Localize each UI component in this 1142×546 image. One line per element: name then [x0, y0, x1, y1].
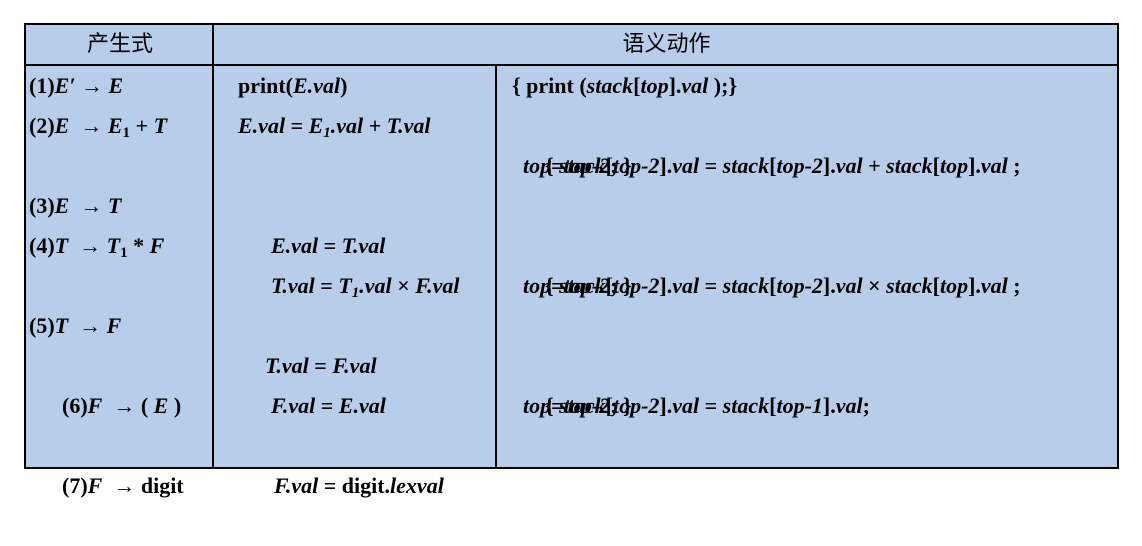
table-row-continuation: top=top-2; }	[26, 386, 1117, 426]
text: top-2	[563, 153, 611, 178]
text: =	[285, 113, 309, 138]
semantic-cell: E.val = E1.val + T.val	[238, 106, 431, 146]
semantic-cell: E.val = T.val	[238, 186, 385, 258]
rule-number: (1)	[29, 73, 55, 98]
rule-number: (7)	[62, 473, 88, 498]
text: =	[551, 273, 564, 298]
arrow: →	[69, 193, 108, 218]
text: E	[308, 113, 324, 138]
text: E.val	[293, 73, 341, 98]
symbol: E	[108, 73, 124, 98]
symbol: E′	[54, 73, 76, 98]
arrow: → digit	[102, 473, 184, 498]
text: { print (	[512, 73, 587, 98]
text: =	[551, 393, 564, 418]
text: lexval	[390, 473, 444, 498]
symbol: E	[54, 193, 70, 218]
table-row-continuation: top=top-2; }	[26, 146, 1117, 186]
text: top	[523, 153, 552, 178]
symbol: T	[106, 233, 121, 258]
text: top	[640, 73, 669, 98]
rule-number: (5)	[29, 313, 55, 338]
table-row: (1)E′ → E print(E.val) { print (stack[to…	[26, 66, 1117, 106]
table-row: (4)T → T1 * F T.val = T1.val × F.val { s…	[26, 226, 1117, 301]
production-cell: (2)E → E1 + T	[29, 106, 167, 146]
symbol: T	[54, 313, 69, 338]
production-cell: (5)T → F	[29, 306, 121, 346]
action-cell-line2: top=top-2; }	[523, 386, 632, 426]
text: top	[523, 273, 552, 298]
text: top	[523, 393, 552, 418]
text: ; }	[610, 273, 632, 298]
text: val	[681, 73, 709, 98]
symbol: T	[107, 193, 122, 218]
symbol: E	[107, 113, 123, 138]
text: ; }	[610, 153, 632, 178]
action-cell-line2: top=top-2; }	[523, 146, 632, 186]
action-cell: { stack[top-2].val = stack[top-2].val × …	[512, 226, 1021, 298]
arrow: →	[68, 313, 107, 338]
table-row: (2)E → E1 + T E.val = E1.val + T.val { s…	[26, 106, 1117, 178]
text: ].	[668, 73, 682, 98]
text: ; }	[610, 393, 632, 418]
production-cell: (1)E′ → E	[29, 66, 123, 106]
production-cell: (4)T → T1 * F	[29, 226, 164, 266]
subscript: 1	[122, 125, 131, 141]
arrow: →	[69, 113, 108, 138]
symbol: F	[106, 313, 122, 338]
symbol: F	[149, 233, 165, 258]
table-row: (6)F → ( E ) F.val = E.val { stack[top-2…	[26, 346, 1117, 418]
table-row: (3)E → T E.val = T.val	[26, 186, 1117, 258]
text: print(	[238, 73, 293, 98]
text: .val	[330, 113, 364, 138]
rule-number: (3)	[29, 193, 55, 218]
symbol: T	[54, 233, 69, 258]
action-cell-line2: top=top-2; }	[523, 266, 632, 306]
text: =	[551, 153, 564, 178]
semantic-cell: F.val = E.val	[238, 346, 386, 418]
table-row-continuation: top=top-2; }	[26, 266, 1117, 306]
semantic-cell: T.val = T1.val × F.val	[238, 226, 459, 301]
rule-number: (2)	[29, 113, 55, 138]
text: F.val	[274, 473, 319, 498]
production-cell: (3)E → T	[29, 186, 121, 226]
subscript: 1	[120, 245, 128, 261]
header-semantic-action: 语义动作	[622, 32, 711, 57]
action-cell: { stack[top-2].val = stack[top-1].val;	[512, 346, 870, 418]
arrow: →	[75, 73, 109, 98]
symbol: T	[153, 113, 168, 138]
text: top-2	[563, 273, 611, 298]
semantic-cell: print(E.val)	[238, 66, 347, 106]
text: +	[363, 113, 387, 138]
semantic-cell: F.val = digit.lexval	[241, 426, 444, 498]
action-cell: { stack[top-2].val = stack[top-2].val + …	[512, 106, 1021, 178]
subscript: 1	[323, 125, 331, 141]
text: top-2	[563, 393, 611, 418]
text: stack	[586, 73, 634, 98]
text: T.val	[386, 113, 431, 138]
text: );}	[708, 73, 738, 98]
table-row: (5)T → F T.val = F.val	[26, 306, 1117, 378]
text: = digit.	[318, 473, 391, 498]
semantic-cell: T.val = F.val	[232, 306, 377, 378]
symbol: F	[87, 473, 103, 498]
production-cell: (7)F → digit	[29, 426, 184, 498]
rule-number: (4)	[29, 233, 55, 258]
text: E.val	[238, 113, 286, 138]
semantic-action-table: 产生式 语义动作 (1)E′ → E print(E.val) { print …	[24, 23, 1119, 498]
table-row: (7)F → digit F.val = digit.lexval	[26, 426, 1117, 498]
action-cell: { print (stack[top].val );}	[512, 66, 737, 106]
text: )	[340, 73, 348, 98]
operator: *	[127, 233, 150, 258]
symbol: E	[54, 113, 70, 138]
production-cell: (6)F → ( E )	[29, 346, 181, 418]
arrow: →	[68, 233, 107, 258]
table-header: 产生式 语义动作	[26, 25, 1117, 66]
header-production: 产生式	[86, 32, 153, 57]
operator: +	[130, 113, 154, 138]
